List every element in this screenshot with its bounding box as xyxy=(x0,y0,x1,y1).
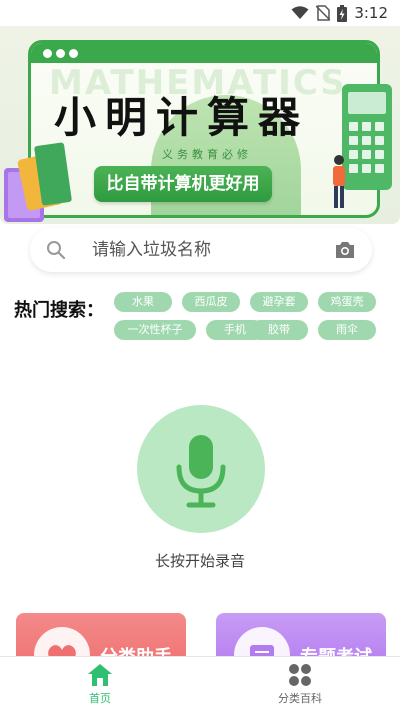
banner[interactable]: MATHEMATICS 小明计算器 义务教育必修 比自带计算机更好用 xyxy=(0,26,400,224)
record-button[interactable] xyxy=(137,405,265,533)
banner-window-bar xyxy=(31,43,377,63)
window-dot xyxy=(43,49,52,58)
battery-charging-icon xyxy=(337,4,348,22)
status-icons: 3:12 xyxy=(291,4,388,22)
hot-tag[interactable]: 西瓜皮 xyxy=(182,292,240,312)
nav-item-home[interactable]: 首页 xyxy=(60,663,140,706)
person-illustration xyxy=(333,155,345,208)
search-input[interactable] xyxy=(92,236,322,264)
nav-label: 分类百科 xyxy=(278,692,322,705)
wifi-icon xyxy=(291,6,309,19)
hot-tag[interactable]: 一次性杯子 xyxy=(114,320,196,340)
nav-item-category[interactable]: 分类百科 xyxy=(260,663,340,706)
hot-tag[interactable]: 鸡蛋壳 xyxy=(318,292,376,312)
search-bar[interactable] xyxy=(30,228,372,272)
hot-tag[interactable]: 胶带 xyxy=(250,320,308,340)
hot-tag[interactable]: 水果 xyxy=(114,292,172,312)
nav-label: 首页 xyxy=(89,692,111,705)
record-hint: 长按开始录音 xyxy=(154,552,245,570)
camera-icon[interactable] xyxy=(334,239,356,261)
hot-search-label: 热门搜索： xyxy=(14,300,104,321)
microphone-icon xyxy=(176,435,226,508)
window-dot xyxy=(69,49,78,58)
status-bar: 3:12 xyxy=(0,0,400,26)
home-icon xyxy=(88,664,112,686)
bottom-nav: 首页 分类百科 xyxy=(0,656,400,711)
hot-search-tags: 水果 西瓜皮 避孕套 鸡蛋壳 一次性杯子 手机 胶带 雨伞 xyxy=(114,292,384,340)
banner-subtitle: 义务教育必修 xyxy=(162,148,252,161)
search-icon xyxy=(47,241,66,260)
books-illustration xyxy=(4,142,72,222)
banner-title: 小明计算器 xyxy=(54,93,310,142)
grid-icon xyxy=(289,664,311,686)
hot-tag[interactable]: 雨伞 xyxy=(318,320,376,340)
status-time: 3:12 xyxy=(354,4,388,22)
banner-cta-button[interactable]: 比自带计算机更好用 xyxy=(94,166,272,202)
no-sim-icon xyxy=(316,5,331,21)
window-dot xyxy=(56,49,65,58)
hot-tag[interactable]: 避孕套 xyxy=(250,292,308,312)
